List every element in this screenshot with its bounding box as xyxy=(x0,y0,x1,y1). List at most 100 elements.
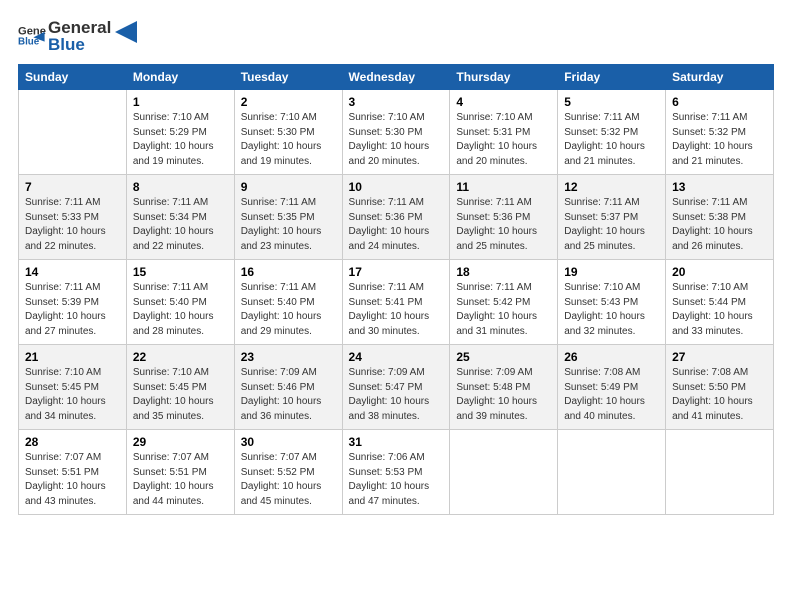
day-info: Sunrise: 7:11 AM Sunset: 5:39 PM Dayligh… xyxy=(25,281,120,339)
day-info: Sunrise: 7:11 AM Sunset: 5:40 PM Dayligh… xyxy=(133,281,228,339)
day-number: 10 xyxy=(349,180,444,194)
day-number: 25 xyxy=(456,350,551,364)
calendar-header-row: SundayMondayTuesdayWednesdayThursdayFrid… xyxy=(19,65,774,90)
day-info: Sunrise: 7:11 AM Sunset: 5:32 PM Dayligh… xyxy=(564,111,659,169)
page-container: General Blue General Blue SundayMondayTu… xyxy=(0,0,792,525)
day-info: Sunrise: 7:11 AM Sunset: 5:36 PM Dayligh… xyxy=(456,196,551,254)
day-info: Sunrise: 7:11 AM Sunset: 5:33 PM Dayligh… xyxy=(25,196,120,254)
calendar-cell: 23 Sunrise: 7:09 AM Sunset: 5:46 PM Dayli… xyxy=(234,345,342,430)
day-info: Sunrise: 7:06 AM Sunset: 5:53 PM Dayligh… xyxy=(349,451,444,509)
day-info: Sunrise: 7:11 AM Sunset: 5:34 PM Dayligh… xyxy=(133,196,228,254)
day-number: 2 xyxy=(241,95,336,109)
day-info: Sunrise: 7:10 AM Sunset: 5:45 PM Dayligh… xyxy=(25,366,120,424)
calendar-cell: 27 Sunrise: 7:08 AM Sunset: 5:50 PM Dayli… xyxy=(666,345,774,430)
day-number: 6 xyxy=(672,95,767,109)
calendar-cell xyxy=(19,90,127,175)
col-header-thursday: Thursday xyxy=(450,65,558,90)
day-number: 23 xyxy=(241,350,336,364)
day-info: Sunrise: 7:11 AM Sunset: 5:32 PM Dayligh… xyxy=(672,111,767,169)
logo-arrow-icon xyxy=(115,21,137,43)
calendar-cell: 18Sunrise: 7:11 AM Sunset: 5:42 PM Dayli… xyxy=(450,260,558,345)
day-number: 27 xyxy=(672,350,767,364)
calendar-cell: 20 Sunrise: 7:10 AM Sunset: 5:44 PM Dayli… xyxy=(666,260,774,345)
day-info: Sunrise: 7:10 AM Sunset: 5:30 PM Dayligh… xyxy=(349,111,444,169)
col-header-monday: Monday xyxy=(126,65,234,90)
day-number: 12 xyxy=(564,180,659,194)
calendar-cell: 4Sunrise: 7:10 AM Sunset: 5:31 PM Daylig… xyxy=(450,90,558,175)
calendar-cell xyxy=(558,430,666,515)
day-number: 1 xyxy=(133,95,228,109)
calendar-cell: 6 Sunrise: 7:11 AM Sunset: 5:32 PM Daylig… xyxy=(666,90,774,175)
day-info: Sunrise: 7:11 AM Sunset: 5:37 PM Dayligh… xyxy=(564,196,659,254)
calendar-cell: 25 Sunrise: 7:09 AM Sunset: 5:48 PM Dayli… xyxy=(450,345,558,430)
day-info: Sunrise: 7:11 AM Sunset: 5:41 PM Dayligh… xyxy=(349,281,444,339)
day-info: Sunrise: 7:07 AM Sunset: 5:51 PM Dayligh… xyxy=(25,451,120,509)
calendar-week-row: 28 Sunrise: 7:07 AM Sunset: 5:51 PM Dayli… xyxy=(19,430,774,515)
calendar-cell: 31 Sunrise: 7:06 AM Sunset: 5:53 PM Dayli… xyxy=(342,430,450,515)
col-header-friday: Friday xyxy=(558,65,666,90)
day-info: Sunrise: 7:11 AM Sunset: 5:36 PM Dayligh… xyxy=(349,196,444,254)
calendar-cell: 8 Sunrise: 7:11 AM Sunset: 5:34 PM Daylig… xyxy=(126,175,234,260)
day-number: 19 xyxy=(564,265,659,279)
day-info: Sunrise: 7:09 AM Sunset: 5:46 PM Dayligh… xyxy=(241,366,336,424)
calendar-cell xyxy=(450,430,558,515)
day-number: 18 xyxy=(456,265,551,279)
day-number: 31 xyxy=(349,435,444,449)
day-info: Sunrise: 7:10 AM Sunset: 5:31 PM Dayligh… xyxy=(456,111,551,169)
day-number: 26 xyxy=(564,350,659,364)
calendar-cell: 3 Sunrise: 7:10 AM Sunset: 5:30 PM Daylig… xyxy=(342,90,450,175)
day-info: Sunrise: 7:08 AM Sunset: 5:49 PM Dayligh… xyxy=(564,366,659,424)
day-number: 21 xyxy=(25,350,120,364)
calendar-cell: 2 Sunrise: 7:10 AM Sunset: 5:30 PM Daylig… xyxy=(234,90,342,175)
calendar-cell: 14 Sunrise: 7:11 AM Sunset: 5:39 PM Dayli… xyxy=(19,260,127,345)
day-number: 29 xyxy=(133,435,228,449)
calendar-cell: 15Sunrise: 7:11 AM Sunset: 5:40 PM Dayli… xyxy=(126,260,234,345)
page-header: General Blue General Blue xyxy=(18,18,774,54)
day-number: 9 xyxy=(241,180,336,194)
calendar-cell: 28 Sunrise: 7:07 AM Sunset: 5:51 PM Dayli… xyxy=(19,430,127,515)
svg-text:Blue: Blue xyxy=(18,36,40,47)
day-info: Sunrise: 7:10 AM Sunset: 5:44 PM Dayligh… xyxy=(672,281,767,339)
calendar-cell: 10 Sunrise: 7:11 AM Sunset: 5:36 PM Dayli… xyxy=(342,175,450,260)
calendar-cell: 13Sunrise: 7:11 AM Sunset: 5:38 PM Dayli… xyxy=(666,175,774,260)
calendar-week-row: 1Sunrise: 7:10 AM Sunset: 5:29 PM Daylig… xyxy=(19,90,774,175)
col-header-sunday: Sunday xyxy=(19,65,127,90)
calendar-cell: 11 Sunrise: 7:11 AM Sunset: 5:36 PM Dayli… xyxy=(450,175,558,260)
calendar-cell: 24Sunrise: 7:09 AM Sunset: 5:47 PM Dayli… xyxy=(342,345,450,430)
day-number: 30 xyxy=(241,435,336,449)
day-number: 24 xyxy=(349,350,444,364)
col-header-saturday: Saturday xyxy=(666,65,774,90)
day-info: Sunrise: 7:11 AM Sunset: 5:35 PM Dayligh… xyxy=(241,196,336,254)
logo: General Blue General Blue xyxy=(18,18,137,54)
calendar-cell: 5 Sunrise: 7:11 AM Sunset: 5:32 PM Daylig… xyxy=(558,90,666,175)
col-header-tuesday: Tuesday xyxy=(234,65,342,90)
calendar-week-row: 7 Sunrise: 7:11 AM Sunset: 5:33 PM Daylig… xyxy=(19,175,774,260)
day-number: 13 xyxy=(672,180,767,194)
day-number: 22 xyxy=(133,350,228,364)
day-number: 3 xyxy=(349,95,444,109)
day-info: Sunrise: 7:10 AM Sunset: 5:45 PM Dayligh… xyxy=(133,366,228,424)
calendar-week-row: 21 Sunrise: 7:10 AM Sunset: 5:45 PM Dayli… xyxy=(19,345,774,430)
calendar-cell: 7 Sunrise: 7:11 AM Sunset: 5:33 PM Daylig… xyxy=(19,175,127,260)
calendar-cell: 1Sunrise: 7:10 AM Sunset: 5:29 PM Daylig… xyxy=(126,90,234,175)
calendar-cell: 30 Sunrise: 7:07 AM Sunset: 5:52 PM Dayli… xyxy=(234,430,342,515)
day-number: 14 xyxy=(25,265,120,279)
day-number: 28 xyxy=(25,435,120,449)
day-number: 11 xyxy=(456,180,551,194)
day-number: 17 xyxy=(349,265,444,279)
day-number: 7 xyxy=(25,180,120,194)
calendar-cell: 29Sunrise: 7:07 AM Sunset: 5:51 PM Dayli… xyxy=(126,430,234,515)
day-info: Sunrise: 7:10 AM Sunset: 5:30 PM Dayligh… xyxy=(241,111,336,169)
calendar-cell: 21 Sunrise: 7:10 AM Sunset: 5:45 PM Dayli… xyxy=(19,345,127,430)
day-number: 5 xyxy=(564,95,659,109)
day-info: Sunrise: 7:07 AM Sunset: 5:52 PM Dayligh… xyxy=(241,451,336,509)
day-info: Sunrise: 7:08 AM Sunset: 5:50 PM Dayligh… xyxy=(672,366,767,424)
calendar-cell: 17 Sunrise: 7:11 AM Sunset: 5:41 PM Dayli… xyxy=(342,260,450,345)
logo-icon: General Blue xyxy=(18,22,46,50)
calendar-cell: 26 Sunrise: 7:08 AM Sunset: 5:49 PM Dayli… xyxy=(558,345,666,430)
day-number: 20 xyxy=(672,265,767,279)
day-info: Sunrise: 7:09 AM Sunset: 5:48 PM Dayligh… xyxy=(456,366,551,424)
calendar-cell: 9 Sunrise: 7:11 AM Sunset: 5:35 PM Daylig… xyxy=(234,175,342,260)
day-info: Sunrise: 7:10 AM Sunset: 5:43 PM Dayligh… xyxy=(564,281,659,339)
day-number: 8 xyxy=(133,180,228,194)
